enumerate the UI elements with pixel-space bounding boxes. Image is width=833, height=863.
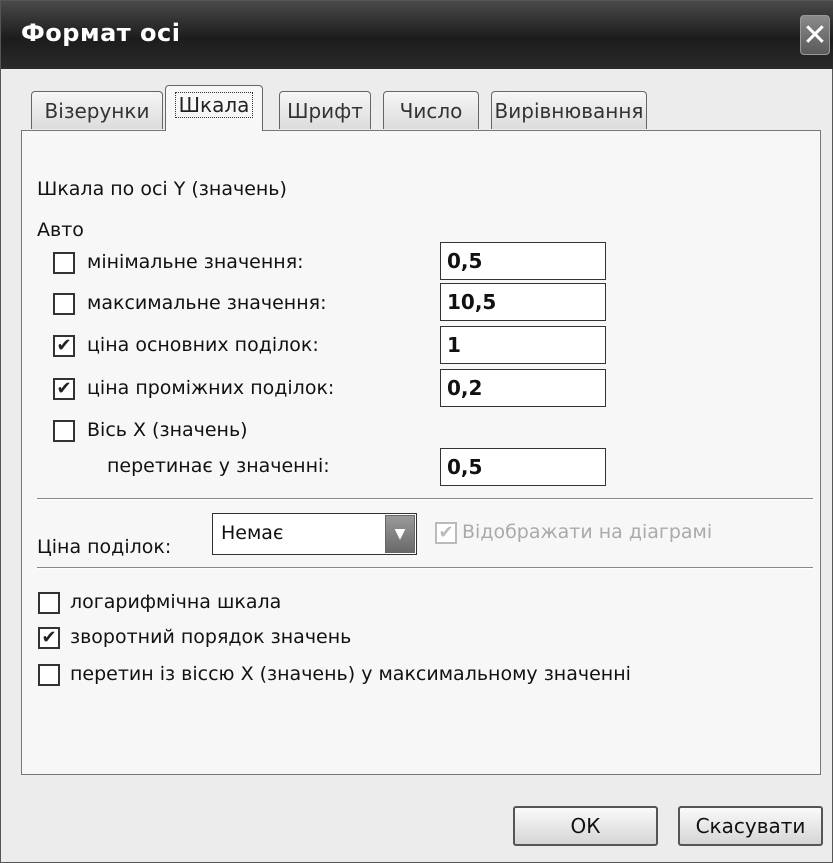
tab-number[interactable]: Число [383,91,479,129]
log-scale-label: логарифмічна шкала [70,591,282,613]
min-value-input[interactable]: 0,5 [440,242,606,280]
display-units-value: Немає [221,522,284,544]
ok-button[interactable]: ОК [513,806,658,846]
reverse-order-label: зворотний порядок значень [70,626,352,648]
max-label: максимальне значення: [87,292,327,314]
crosses-at-label: перетинає у значенні: [107,455,330,477]
divider-2 [37,567,813,569]
reverse-order-checkbox[interactable]: ✔ [38,627,60,649]
max-auto-checkbox[interactable] [53,293,75,315]
crosses-at-input[interactable]: 0,5 [440,448,606,486]
display-units-label: Ціна поділок: [37,536,172,558]
format-axis-dialog: Формат осі ✕ Візерунки Шкала Шрифт Число… [0,0,833,863]
tab-font[interactable]: Шрифт [279,91,371,129]
scale-panel: Шкала по осі Y (значень) Авто мінімальне… [21,130,821,775]
tab-alignment[interactable]: Вирівнювання [491,91,647,129]
min-auto-checkbox[interactable] [53,252,75,274]
tab-scale[interactable]: Шкала [165,85,263,131]
log-scale-checkbox[interactable] [38,592,60,614]
tab-patterns[interactable]: Візерунки [31,91,163,129]
minor-unit-label: ціна проміжних поділок: [87,377,335,399]
cross-at-max-checkbox[interactable] [38,664,60,686]
cross-auto-checkbox[interactable] [53,420,75,442]
cross-axis-label: Вісь X (значень) [87,419,248,441]
minor-unit-auto-checkbox[interactable]: ✔ [53,378,75,400]
minor-unit-input[interactable]: 0,2 [440,369,606,407]
show-on-chart-label: Відображати на діаграмі [462,521,713,543]
close-button[interactable]: ✕ [800,15,830,55]
cancel-button[interactable]: Скасувати [678,806,823,846]
min-label: мінімальне значення: [87,251,304,273]
divider-1 [37,498,813,500]
show-on-chart-checkbox: ✔ [435,522,457,544]
max-value-input[interactable]: 10,5 [440,283,606,321]
major-unit-label: ціна основних поділок: [87,334,319,356]
major-unit-input[interactable]: 1 [440,326,606,364]
display-units-select[interactable]: Немає ▼ [212,513,417,555]
scale-heading: Шкала по осі Y (значень) [37,178,287,200]
major-unit-auto-checkbox[interactable]: ✔ [53,335,75,357]
dialog-title: Формат осі [21,19,181,47]
cross-at-max-label: перетин із віссю X (значень) у максималь… [70,663,631,685]
auto-label: Авто [37,219,84,241]
title-bar[interactable]: Формат осі ✕ [1,1,833,69]
chevron-down-icon[interactable]: ▼ [385,515,415,553]
